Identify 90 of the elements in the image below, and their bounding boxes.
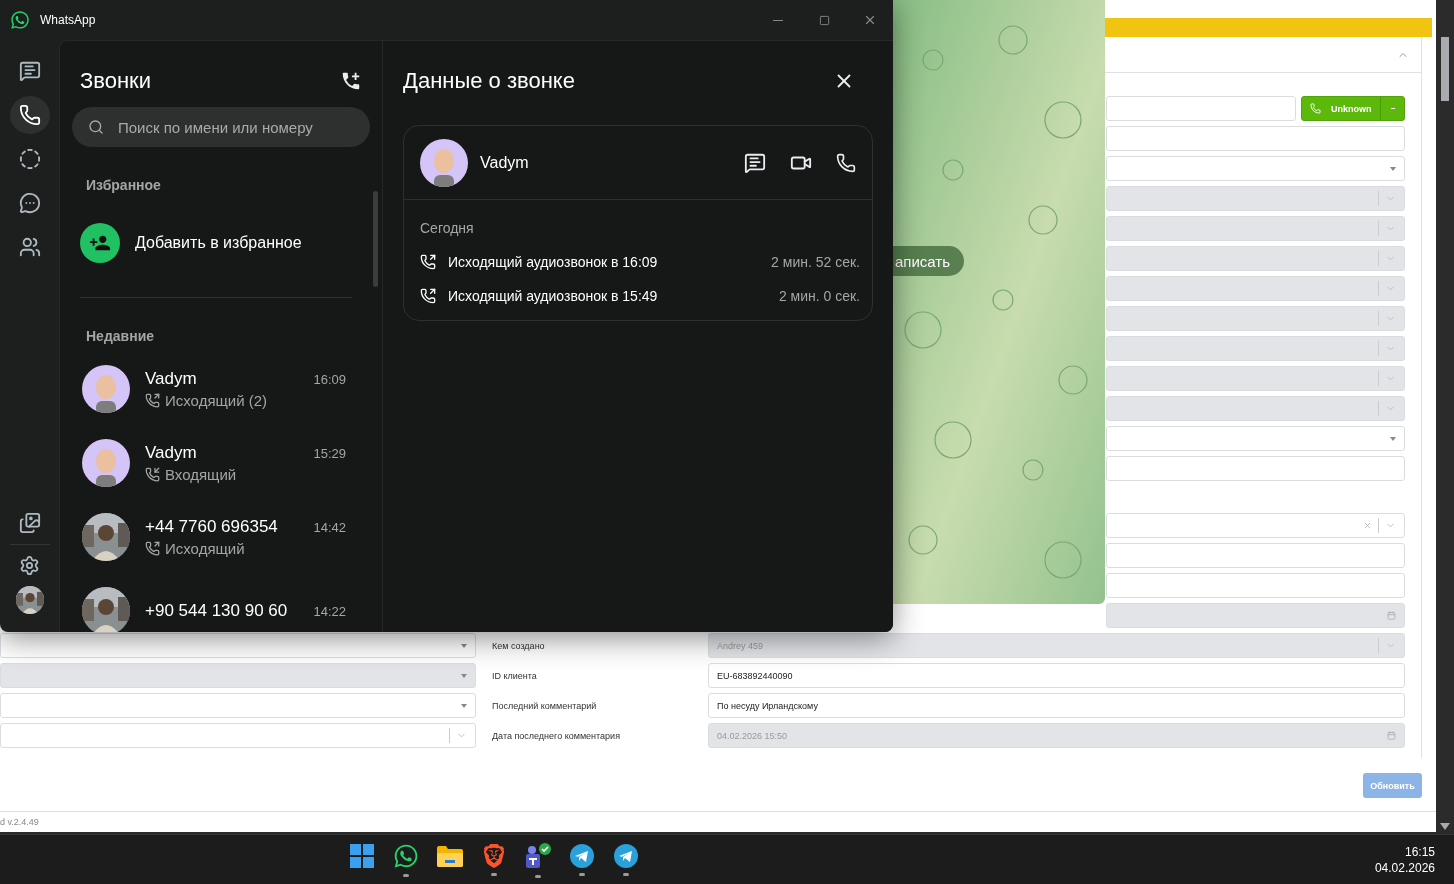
input-field[interactable] — [1106, 543, 1405, 568]
call-type: Исходящий (2) — [165, 392, 268, 409]
voice-call-button[interactable] — [836, 151, 856, 174]
panel-title: Данные о звонке — [403, 68, 575, 94]
select-field[interactable] — [1106, 426, 1405, 451]
windows-start-icon[interactable] — [350, 843, 374, 868]
new-call-button[interactable] — [340, 70, 362, 92]
call-time: 15:29 — [313, 446, 346, 461]
teams-icon[interactable] — [524, 841, 552, 870]
clock-time: 16:15 — [1404, 844, 1435, 859]
avatar — [420, 138, 468, 187]
window-title: WhatsApp — [40, 13, 96, 27]
whatsapp-logo-icon — [10, 10, 30, 30]
caret-icon — [461, 703, 467, 708]
field-label: Кем создано — [492, 640, 545, 651]
telegram-icon[interactable] — [614, 843, 638, 868]
search-icon — [88, 119, 104, 135]
clear-icon — [1363, 521, 1372, 530]
people-icon — [18, 236, 41, 258]
minimize-icon — [773, 19, 783, 21]
call-list-item[interactable]: +90 544 130 90 60 14:22 — [60, 574, 382, 632]
avatar — [82, 439, 130, 487]
panel-title: Звонки — [80, 68, 152, 94]
call-list-item[interactable]: Vadym 16:09 Исходящий (2) — [60, 352, 382, 426]
clock-date: 04.02.2026 — [1374, 860, 1435, 875]
day-heading: Сегодня — [420, 220, 475, 236]
calendar-icon — [1387, 731, 1396, 740]
caret-icon — [1390, 436, 1396, 441]
search-field[interactable]: Поиск по имени или номеру — [72, 107, 370, 147]
media-button[interactable] — [18, 512, 41, 534]
whatsapp-icon[interactable] — [393, 842, 419, 869]
message-icon — [18, 60, 41, 82]
folder-icon[interactable] — [437, 844, 463, 867]
avatar — [82, 365, 130, 413]
chat-bubble-icon — [18, 192, 41, 214]
field-label: ID клиента — [492, 670, 537, 681]
outgoing-call-icon — [145, 541, 160, 556]
version-text: d v.2.4.49 — [0, 817, 39, 827]
contact-name: +44 7760 696354 — [145, 517, 278, 537]
select-field[interactable] — [0, 633, 476, 658]
input-field[interactable] — [1106, 126, 1405, 151]
select-field[interactable] — [0, 693, 476, 718]
scrollbar-thumb[interactable] — [1441, 37, 1449, 101]
input-field[interactable] — [1106, 573, 1405, 598]
status-ring-icon — [18, 148, 41, 170]
select-field[interactable] — [1106, 156, 1405, 181]
call-list-item[interactable]: +44 7760 696354 14:42 Исходящий — [60, 500, 382, 574]
select-field[interactable] — [0, 723, 476, 748]
field-label: Дата последнего комментария — [492, 730, 620, 741]
input-field[interactable]: EU-683892440090 — [708, 663, 1405, 688]
contact-name: Vadym — [480, 153, 530, 172]
outgoing-call-icon — [420, 288, 436, 304]
contact-name: +90 544 130 90 60 — [145, 601, 288, 621]
settings-button[interactable] — [19, 555, 40, 576]
message-button[interactable] — [744, 151, 766, 174]
close-icon — [863, 13, 877, 27]
call-list-item[interactable]: Vadym 15:29 Входящий — [60, 426, 382, 500]
scrollbar-thumb[interactable] — [373, 191, 378, 287]
call-time: 14:42 — [313, 520, 346, 535]
write-button[interactable]: аписать — [893, 246, 965, 276]
phone-icon — [18, 104, 41, 126]
call-duration: 2 мин. 0 сек. — [778, 288, 860, 304]
incoming-call-icon — [145, 467, 160, 482]
calendar-icon — [1387, 611, 1396, 620]
phone-icon — [1310, 103, 1321, 114]
section-heading: Недавние — [85, 328, 156, 344]
caret-icon — [1390, 166, 1396, 171]
call-time: 14:22 — [313, 604, 346, 619]
call-entry: Исходящий аудиозвонок в 16:09 — [448, 254, 659, 270]
contact-name: Vadym — [145, 443, 197, 463]
call-type: Входящий — [165, 466, 237, 483]
field-label: Последний комментарий — [492, 700, 597, 711]
phone-tab[interactable] — [9, 96, 50, 134]
outgoing-call-icon — [145, 393, 160, 408]
call-duration: 2 мин. 52 сек. — [771, 254, 860, 270]
maximize-icon — [818, 14, 830, 26]
caret-icon — [461, 643, 467, 648]
call-type: Исходящий — [165, 540, 245, 557]
lion-icon[interactable] — [482, 843, 506, 868]
input-field[interactable] — [1106, 456, 1405, 481]
phone-field[interactable] — [1106, 96, 1296, 121]
section-heading: Избранное — [85, 177, 162, 193]
telegram-icon[interactable] — [570, 843, 594, 868]
call-time: 16:09 — [313, 372, 346, 387]
caret-icon — [461, 673, 467, 678]
contact-name: Vadym — [145, 369, 197, 389]
input-field[interactable]: По несуду Ирландскому — [708, 693, 1405, 718]
select-field[interactable] — [1106, 513, 1405, 538]
outgoing-call-icon — [420, 254, 436, 270]
call-entry: Исходящий аудиозвонок в 15:49 — [448, 288, 659, 304]
